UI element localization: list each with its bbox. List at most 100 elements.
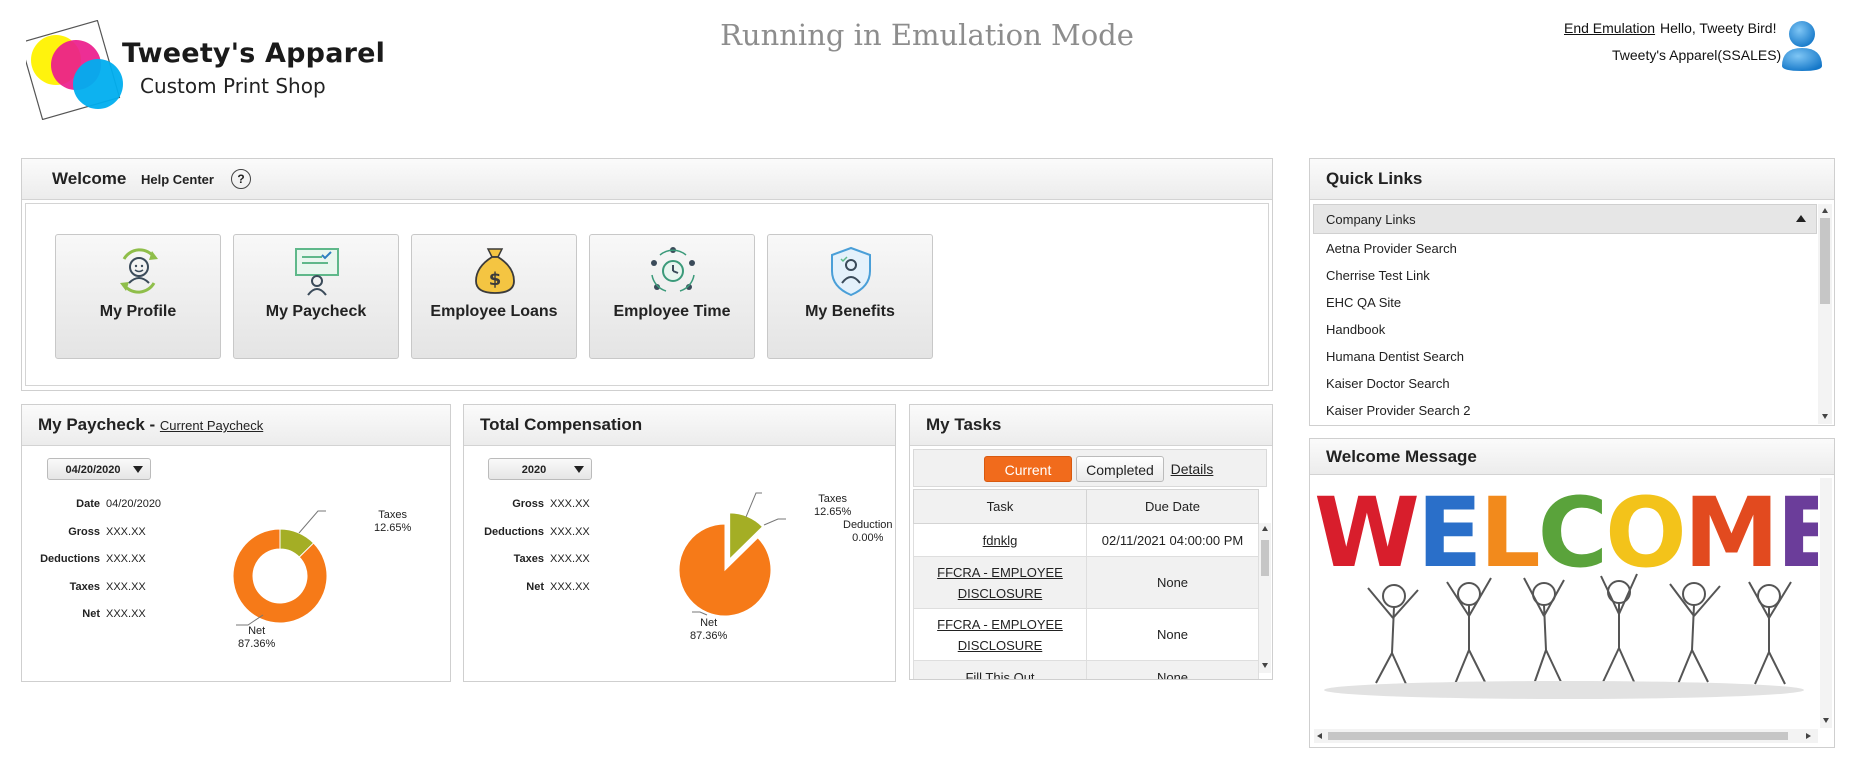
scroll-thumb[interactable] [1261,540,1269,576]
column-header-due-date: Due Date [1086,489,1259,524]
paycheck-donut-chart [232,510,328,626]
welcome-v-scrollbar[interactable] [1820,478,1832,728]
table-row[interactable]: FFCRA - EMPLOYEE DISCLOSURE None [913,608,1259,661]
user-avatar-icon[interactable] [1778,18,1826,72]
tab-completed[interactable]: Completed [1076,456,1164,482]
end-emulation-link[interactable]: End Emulation [1564,20,1655,36]
stick-figures [1367,573,1792,685]
quick-link-item[interactable]: Handbook [1326,322,1385,337]
quick-link-item[interactable]: Cherrise Test Link [1326,268,1430,283]
chart-label-taxes: Taxes 12.65% [814,493,852,518]
my-profile-tile[interactable]: My Profile [55,234,221,359]
welcome-panel-header: Welcome Help Center ? [22,159,1272,200]
quick-links-title: Quick Links [1326,169,1423,188]
welcome-message-header: Welcome Message [1310,439,1834,475]
clock-team-icon [651,247,695,292]
tasks-table: Task Due Date fdnklg 02/11/2021 04:00:00… [913,489,1259,680]
welcome-word: WELCOME [1314,478,1818,589]
scroll-left-icon[interactable] [1317,733,1322,739]
chart-label-deduction: Deduction 0.00% [843,519,893,544]
scroll-thumb[interactable] [1328,732,1788,740]
welcome-letter: W [1314,478,1417,589]
tile-label: Employee Time [613,303,731,320]
welcome-image: WELCOME [1314,478,1818,722]
compensation-pie-chart [678,492,786,617]
task-due: None [1086,608,1259,661]
welcome-letter: L [1479,478,1538,589]
table-row[interactable]: Fill This Out None [913,660,1259,680]
paycheck-icon [295,248,339,296]
scroll-up-icon[interactable] [1822,208,1828,213]
my-benefits-tile[interactable]: My Benefits [767,234,933,359]
quick-link-item[interactable]: Humana Dentist Search [1326,349,1464,364]
welcome-letter: C [1538,478,1605,589]
welcome-illustration: WELCOME [1314,478,1818,699]
pie-slice-net[interactable] [232,528,328,624]
my-tasks-panel: My Tasks Current Completed Details Task … [909,404,1273,680]
quick-link-item[interactable]: Kaiser Provider Search 2 [1326,403,1471,418]
welcome-panel: Welcome Help Center ? My Profile My Payc… [21,158,1273,391]
task-link[interactable]: FFCRA - EMPLOYEE DISCLOSURE [937,565,1063,601]
shield-person-icon [831,246,871,297]
employee-time-tile[interactable]: Employee Time [589,234,755,359]
quick-link-item[interactable]: Aetna Provider Search [1326,241,1457,256]
my-paycheck-panel: My Paycheck - Current Paycheck 04/20/202… [21,404,451,682]
task-due: 02/11/2021 04:00:00 PM [1086,523,1259,557]
label-leader-line [298,510,326,534]
quick-links-scrollbar[interactable] [1818,204,1832,424]
task-link[interactable]: fdnklg [983,533,1018,548]
task-link[interactable]: Fill This Out [965,670,1034,680]
label-leader-line [692,611,708,616]
welcome-message-title: Welcome Message [1326,447,1477,466]
tasks-scrollbar[interactable] [1259,523,1271,673]
quick-links-panel: Quick Links Company Links Aetna Provider… [1309,158,1835,426]
profile-icon [120,248,158,294]
my-tasks-title: My Tasks [926,415,1002,434]
welcome-letter: E [1417,478,1480,589]
label-leader-line [763,518,786,526]
task-due: None [1086,660,1259,679]
welcome-letter: O [1605,478,1684,589]
scroll-down-icon[interactable] [1262,663,1268,668]
scroll-right-icon[interactable] [1806,733,1811,739]
company-name: Tweety's Apparel(SSALES) [1612,47,1782,63]
scroll-down-icon[interactable] [1823,718,1829,723]
tile-label: My Benefits [805,303,895,320]
svg-text:$: $ [489,269,502,290]
scroll-down-icon[interactable] [1822,414,1828,419]
task-due: None [1086,556,1259,609]
quick-link-item[interactable]: EHC QA Site [1326,295,1401,310]
quick-links-header: Quick Links [1310,159,1834,200]
tab-current[interactable]: Current [984,456,1072,482]
welcome-letter: M [1684,478,1777,589]
table-row[interactable]: fdnklg 02/11/2021 04:00:00 PM [913,523,1259,557]
pie-slice-net[interactable] [678,523,772,617]
logo-subtitle: Custom Print Shop [140,74,326,98]
company-links-accordion[interactable]: Company Links [1313,204,1817,234]
my-tasks-header: My Tasks [910,405,1272,446]
help-center-link[interactable]: Help Center [141,172,214,187]
tiles-container: My Profile My Paycheck $ Employee Loans [25,203,1269,386]
help-icon[interactable]: ? [231,169,251,189]
welcome-h-scrollbar[interactable] [1314,729,1818,743]
chevron-up-icon[interactable] [1796,215,1806,222]
my-paycheck-tile[interactable]: My Paycheck [233,234,399,359]
welcome-message-panel: Welcome Message WELCOME [1309,438,1835,748]
scroll-thumb[interactable] [1820,218,1830,304]
tile-label: My Paycheck [265,303,367,320]
scroll-up-icon[interactable] [1262,526,1268,531]
quick-link-item[interactable]: Kaiser Doctor Search [1326,376,1450,391]
task-link[interactable]: FFCRA - EMPLOYEE DISCLOSURE [937,617,1063,653]
chart-label-net: Net 87.36% [690,617,728,642]
chart-label-taxes: Taxes 12.65% [374,509,412,534]
table-row[interactable]: FFCRA - EMPLOYEE DISCLOSURE None [913,556,1259,609]
column-header-task: Task [913,489,1087,524]
label-leader-line [745,492,762,518]
employee-loans-tile[interactable]: $ Employee Loans [411,234,577,359]
chart-label-net: Net 87.36% [238,625,276,650]
tile-label: Employee Loans [430,303,558,320]
accordion-label: Company Links [1326,212,1416,227]
tile-label: My Profile [99,303,177,320]
welcome-title: Welcome [52,169,127,188]
details-link[interactable]: Details [1167,456,1217,482]
